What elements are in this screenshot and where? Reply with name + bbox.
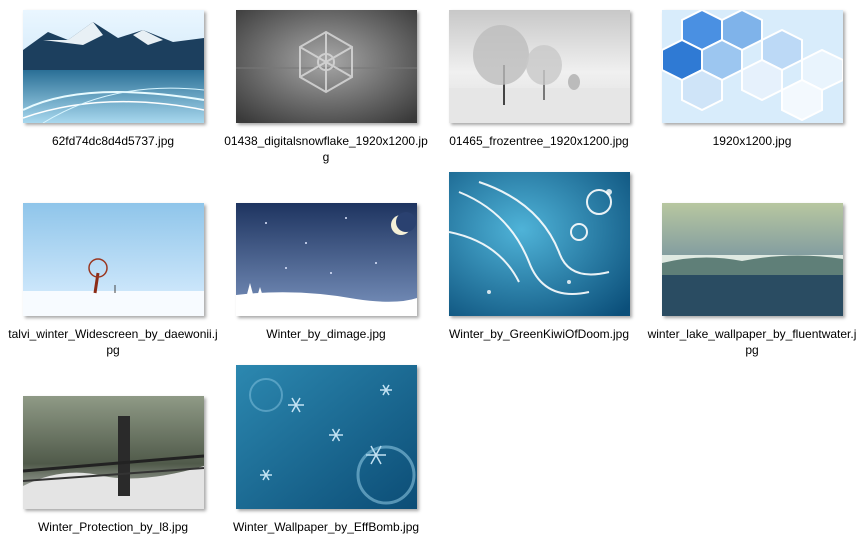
mountain-lake-thumbnail[interactable]	[23, 10, 204, 123]
file-name[interactable]: Winter_Protection_by_l8.jpg	[8, 519, 218, 535]
snowy-fence-thumbnail[interactable]	[23, 396, 204, 509]
snowflakes-pattern-thumbnail[interactable]	[236, 365, 417, 509]
file-name[interactable]: talvi_winter_Widescreen_by_daewonii.jpg	[8, 326, 218, 358]
winter-lake-thumbnail[interactable]	[662, 203, 843, 316]
file-name[interactable]: Winter_by_dimage.jpg	[221, 326, 431, 342]
file-name[interactable]: winter_lake_wallpaper_by_fluentwater.jpg	[647, 326, 857, 358]
file-name[interactable]: 01438_digitalsnowflake_1920x1200.jpg	[221, 133, 431, 165]
blue-hexagons-thumbnail[interactable]	[662, 10, 843, 123]
blue-swirls-thumbnail[interactable]	[449, 172, 630, 316]
frozen-tree-thumbnail[interactable]	[449, 10, 630, 123]
file-name[interactable]: 01465_frozentree_1920x1200.jpg	[434, 133, 644, 149]
file-name[interactable]: Winter_by_GreenKiwiOfDoom.jpg	[434, 326, 644, 342]
night-moon-thumbnail[interactable]	[236, 203, 417, 316]
file-name[interactable]: Winter_Wallpaper_by_EffBomb.jpg	[221, 519, 431, 535]
file-name[interactable]: 62fd74dc8d4d5737.jpg	[8, 133, 218, 149]
lone-tree-snowfield-thumbnail[interactable]	[23, 203, 204, 316]
digital-snowflake-thumbnail[interactable]	[236, 10, 417, 123]
file-name[interactable]: 1920x1200.jpg	[647, 133, 857, 149]
